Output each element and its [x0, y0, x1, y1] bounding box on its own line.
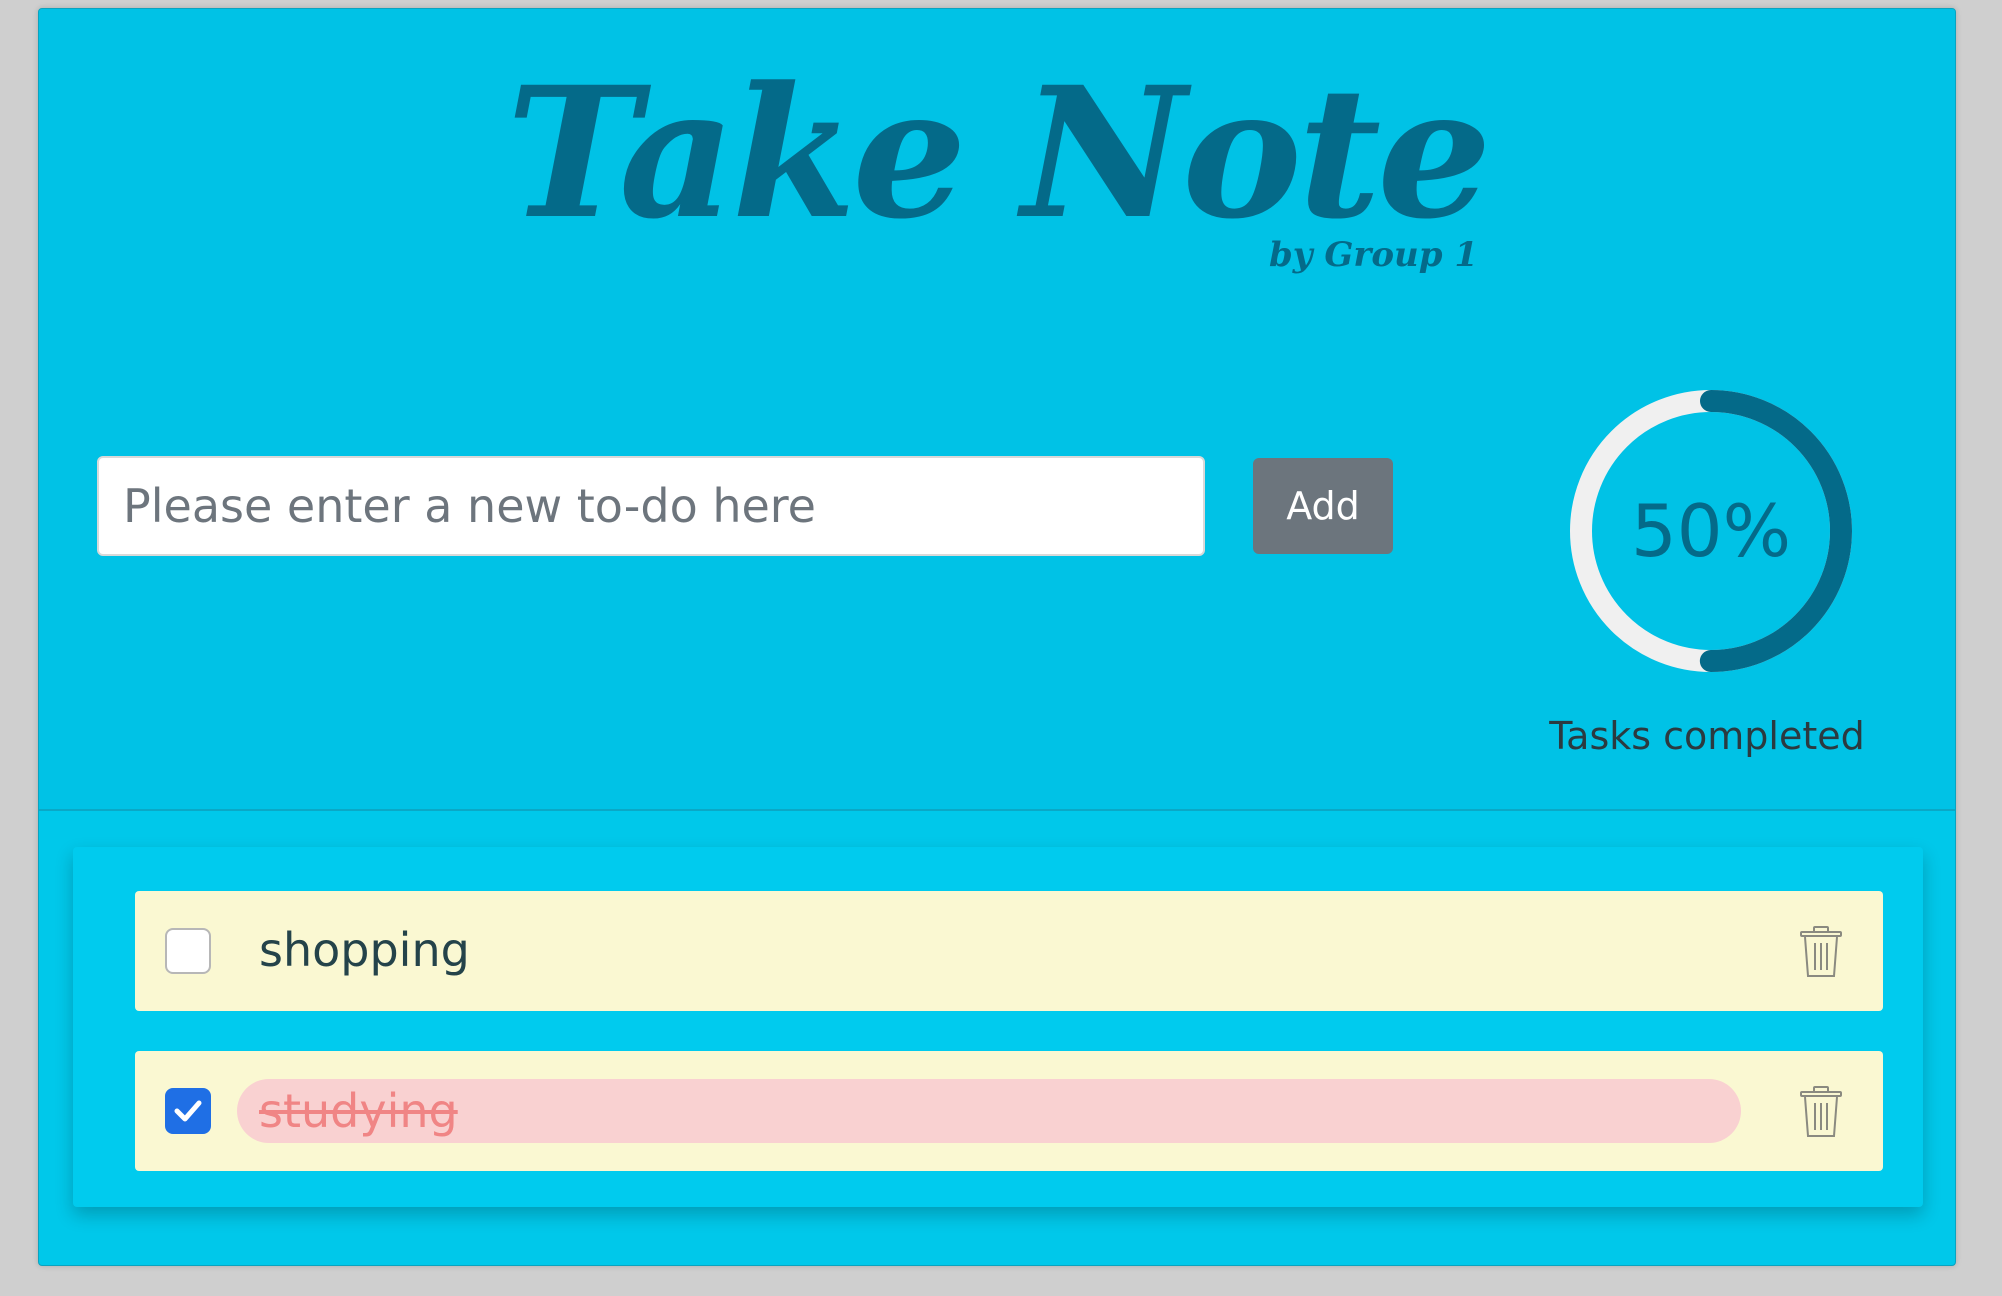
progress-percent: 50%	[1630, 489, 1792, 573]
page-title: Take Note	[506, 48, 1492, 259]
list-item: shopping	[135, 891, 1883, 1011]
todo-text: shopping	[259, 923, 470, 977]
list-item: studying	[135, 1051, 1883, 1171]
add-button[interactable]: Add	[1253, 458, 1393, 554]
todo-list: shopping studying	[73, 847, 1923, 1207]
page-subtitle: by Group 1	[1269, 235, 1478, 275]
trash-icon[interactable]	[1799, 925, 1843, 979]
todo-text-done: studying	[237, 1079, 1741, 1143]
progress-ring: 50%	[1561, 381, 1861, 681]
todo-checkbox-checked[interactable]	[165, 1088, 211, 1134]
app-window: Take Note by Group 1 Add 50% Tasks compl…	[38, 8, 1956, 1266]
new-todo-input[interactable]	[97, 456, 1205, 556]
todo-checkbox[interactable]	[165, 928, 211, 974]
trash-icon[interactable]	[1799, 1085, 1843, 1139]
header: Take Note by Group 1 Add 50% Tasks compl…	[39, 9, 1955, 811]
checkmark-icon	[174, 1100, 202, 1122]
progress-label: Tasks completed	[1549, 714, 1865, 758]
